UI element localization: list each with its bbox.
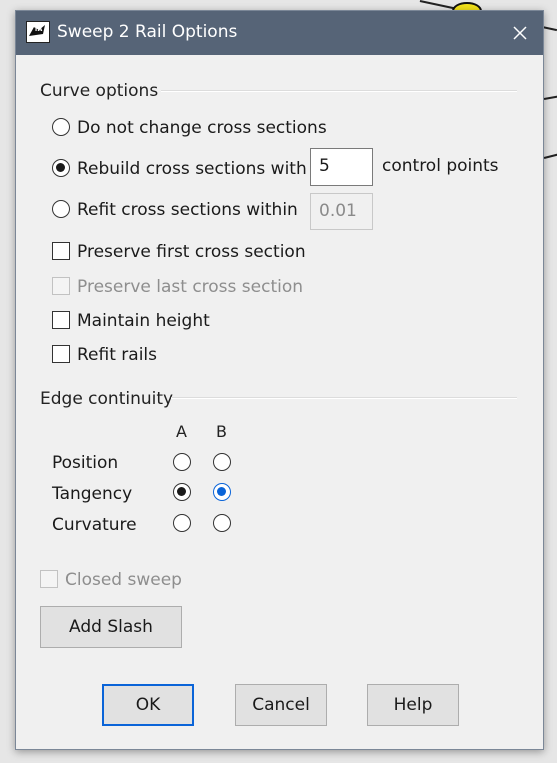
position-b-radio[interactable] xyxy=(213,453,231,471)
help-button[interactable]: Help xyxy=(367,684,459,726)
row-position-label: Position xyxy=(52,453,119,473)
curve-options-heading: Curve options xyxy=(40,81,159,101)
control-points-label: control points xyxy=(382,156,499,176)
checkbox-closed-sweep-label[interactable]: Closed sweep xyxy=(65,570,182,590)
edge-continuity-heading: Edge continuity xyxy=(40,389,174,409)
svg-text:TA: TA xyxy=(34,26,43,33)
viewport-curve xyxy=(543,152,557,159)
radio-refit[interactable] xyxy=(52,200,70,218)
checkbox-maintain-height[interactable] xyxy=(52,311,70,329)
viewport-curve xyxy=(543,94,557,100)
curvature-b-radio[interactable] xyxy=(213,514,231,532)
checkbox-preserve-first[interactable] xyxy=(52,242,70,260)
curve-options-divider xyxy=(161,90,517,92)
title-bar[interactable]: TA Sweep 2 Rail Options xyxy=(16,11,543,55)
add-slash-button[interactable]: Add Slash xyxy=(40,606,182,648)
checkbox-preserve-last-label[interactable]: Preserve last cross section xyxy=(77,277,303,297)
rebuild-control-points-input[interactable]: 5 xyxy=(310,148,373,186)
column-b-header: B xyxy=(216,422,227,441)
radio-rebuild-label[interactable]: Rebuild cross sections with xyxy=(77,159,307,179)
checkbox-closed-sweep[interactable] xyxy=(40,570,58,588)
close-icon xyxy=(513,26,527,40)
dialog-title: Sweep 2 Rail Options xyxy=(57,22,238,42)
position-a-radio[interactable] xyxy=(173,453,191,471)
checkbox-maintain-height-label[interactable]: Maintain height xyxy=(77,311,210,331)
checkbox-preserve-last[interactable] xyxy=(52,277,70,295)
row-curvature-label: Curvature xyxy=(52,515,137,535)
curvature-a-radio[interactable] xyxy=(173,514,191,532)
radio-do-not-change[interactable] xyxy=(52,118,70,136)
refit-tolerance-input[interactable]: 0.01 xyxy=(310,193,373,230)
checkbox-preserve-first-label[interactable]: Preserve first cross section xyxy=(77,242,306,262)
edge-continuity-divider xyxy=(171,397,517,399)
tangency-a-radio[interactable] xyxy=(173,483,191,501)
row-tangency-label: Tangency xyxy=(52,484,133,504)
radio-rebuild[interactable] xyxy=(52,159,70,177)
checkbox-refit-rails[interactable] xyxy=(52,345,70,363)
radio-do-not-change-label[interactable]: Do not change cross sections xyxy=(77,118,327,138)
radio-refit-label[interactable]: Refit cross sections within xyxy=(77,200,298,220)
checkbox-refit-rails-label[interactable]: Refit rails xyxy=(77,345,157,365)
ok-button[interactable]: OK xyxy=(102,684,194,726)
beta-rhino-icon: TA xyxy=(26,21,50,43)
tangency-b-radio[interactable] xyxy=(213,483,231,501)
cancel-button[interactable]: Cancel xyxy=(235,684,327,726)
column-a-header: A xyxy=(176,422,187,441)
close-button[interactable] xyxy=(497,11,543,55)
sweep-2-rail-dialog: TA Sweep 2 Rail Options Curve options Do… xyxy=(15,10,544,750)
